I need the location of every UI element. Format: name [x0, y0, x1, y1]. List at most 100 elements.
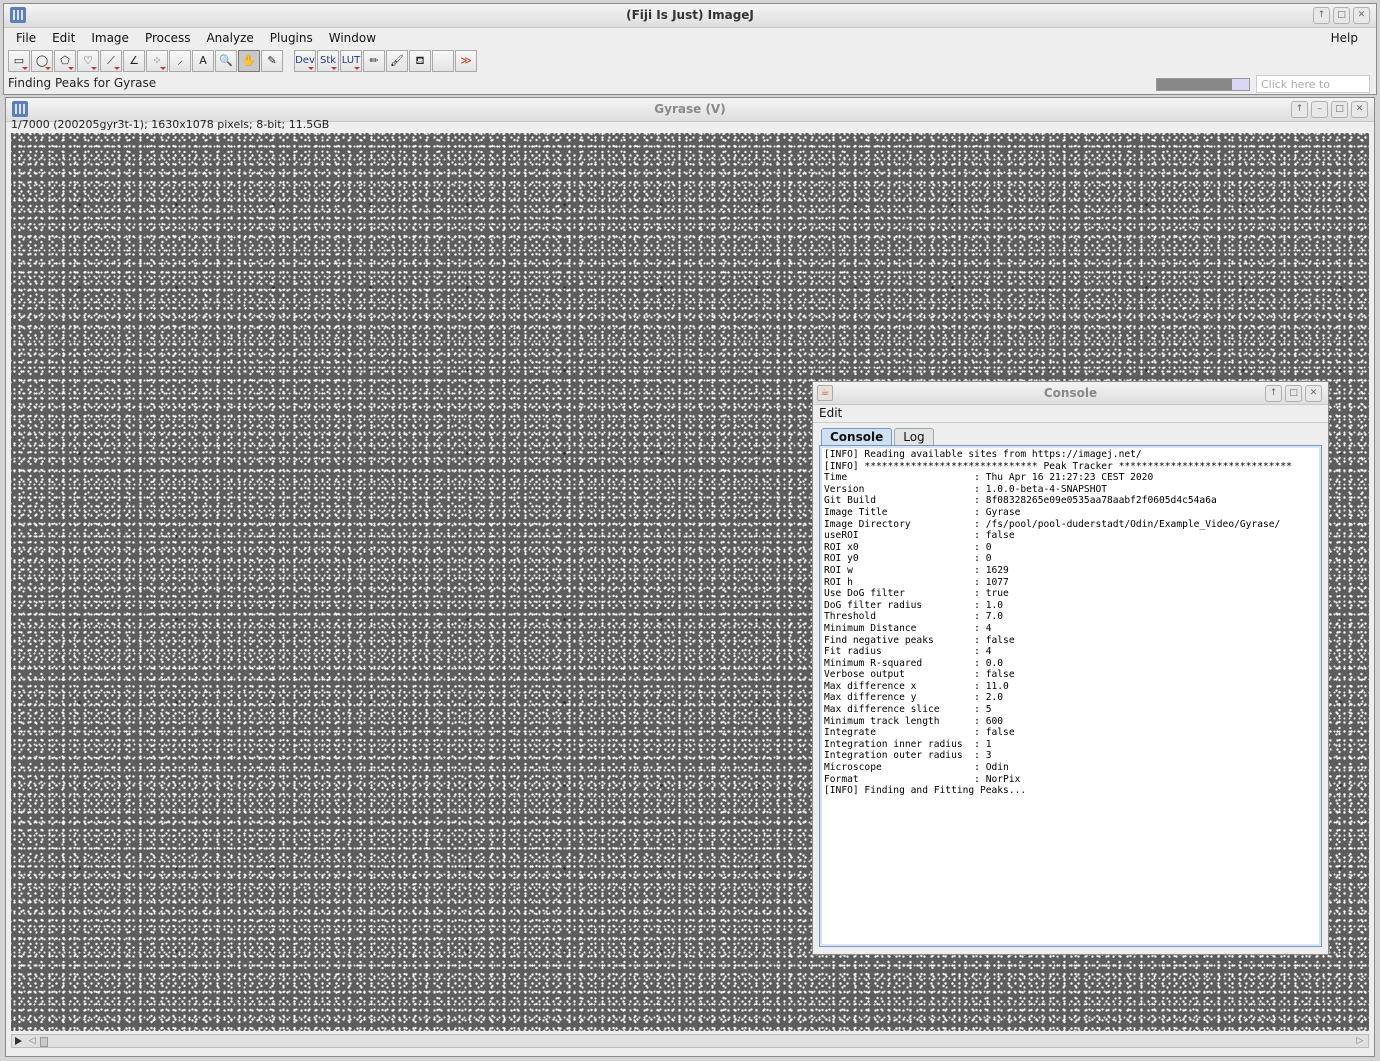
log-line: Max difference slice : 5 [824, 704, 992, 716]
dropdown-indicator-icon [160, 67, 166, 70]
empty-tool-slot[interactable] [432, 50, 454, 72]
dropdown-indicator-icon [91, 67, 97, 70]
log-line: Version : 1.0.0-beta-4-SNAPSHOT [824, 483, 1108, 495]
log-line: Minimum Distance : 4 [824, 622, 992, 634]
log-line: Minimum track length : 600 [824, 715, 1004, 727]
menu-help[interactable]: Help [1323, 31, 1366, 45]
console-menu-divider [813, 422, 1328, 423]
log-line: Verbose output : false [824, 669, 1015, 681]
dropdown-indicator-icon [22, 67, 28, 70]
fiji-main-window: (Fiji Is Just) ImageJ ↑ □ ✕ File Edit Im… [3, 3, 1377, 109]
menu-file[interactable]: File [8, 31, 44, 45]
menu-analyze[interactable]: Analyze [198, 31, 261, 45]
slider-right-arrow-icon[interactable]: ▷ [1354, 1036, 1366, 1046]
main-menubar: File Edit Image Process Analyze Plugins … [4, 28, 1376, 48]
log-line: [INFO] Finding and Fitting Peaks... [824, 785, 1027, 797]
freehand-tool-icon[interactable]: ♡ [77, 50, 99, 72]
log-line: Threshold : 7.0 [824, 611, 1004, 623]
console-window: ☕ Console ↑ □ ✕ Edit Console Log [INFO] … [812, 381, 1329, 955]
dropdown-indicator-icon [114, 67, 120, 70]
console-output[interactable]: [INFO] Reading available sites from http… [819, 445, 1322, 947]
menu-window[interactable]: Window [321, 31, 384, 45]
image-info: 1/7000 (200205gyr3t-1); 1630x1078 pixels… [11, 118, 330, 131]
polygon-tool-icon[interactable]: ⬠ [54, 50, 76, 72]
dropdown-indicator-icon [308, 67, 314, 70]
log-line: Microscope : Odin [824, 762, 1009, 774]
log-line: Git Build : 8f08328265e09e0535aa78aabf2f… [824, 495, 1217, 507]
restore-icon[interactable]: ↑ [1265, 385, 1282, 402]
log-line: ROI y0 : 0 [824, 553, 992, 565]
maximize-icon[interactable]: □ [1331, 101, 1348, 118]
hand-tool-icon[interactable]: ✋ [238, 50, 260, 72]
line-tool-icon[interactable]: ⟋ [100, 50, 122, 72]
log-line: Use DoG filter : true [824, 588, 1009, 600]
console-titlebar[interactable]: ☕ Console ↑ □ ✕ [813, 382, 1328, 405]
maximize-icon[interactable]: □ [1333, 7, 1350, 24]
log-line: Fit radius : 4 [824, 646, 992, 658]
wand-tool-icon[interactable]: ⸝ [169, 50, 191, 72]
text-tool-icon[interactable]: A [192, 50, 214, 72]
search-input[interactable]: Click here to search [1256, 75, 1370, 109]
main-titlebar[interactable]: (Fiji Is Just) ImageJ ↑ □ ✕ [4, 4, 1376, 28]
minimize-icon[interactable]: – [1311, 101, 1328, 118]
stack-slider[interactable]: ◁ ▷ [11, 1034, 1369, 1048]
log-line: [INFO] Reading available sites from http… [824, 449, 1142, 460]
console-tabs: Console Log [821, 428, 936, 445]
slider-thumb[interactable] [40, 1037, 48, 1047]
log-line: Image Title : Gyrase [824, 506, 1021, 518]
log-line: Integration inner radius : 1 [824, 738, 992, 750]
image-window-title: Gyrase (V) [654, 102, 726, 116]
dropdown-indicator-icon [354, 67, 360, 70]
log-line: Integration outer radius : 3 [824, 750, 992, 762]
log-line: Minimum R-squared : 0.0 [824, 657, 1004, 669]
console-menu-edit[interactable]: Edit [819, 406, 842, 420]
angle-tool-icon[interactable]: ∠ [123, 50, 145, 72]
rectangle-tool-icon[interactable]: ▭ [8, 50, 30, 72]
tab-log[interactable]: Log [894, 428, 934, 445]
lut-tool-icon[interactable]: LUT [340, 50, 362, 72]
stk-tool-icon[interactable]: Stk [317, 50, 339, 72]
close-icon[interactable]: ✕ [1353, 7, 1370, 24]
play-icon[interactable] [15, 1037, 22, 1045]
oval-tool-icon[interactable]: ◯ [31, 50, 53, 72]
menu-image[interactable]: Image [83, 31, 137, 45]
dropdown-indicator-icon [45, 67, 51, 70]
slider-left-arrow-icon[interactable]: ◁ [26, 1036, 38, 1046]
restore-icon[interactable]: ↑ [1291, 101, 1308, 118]
log-line: Image Directory : /fs/pool/pool-dudersta… [824, 518, 1281, 530]
log-line: ROI x0 : 0 [824, 541, 992, 553]
brush-tool-icon[interactable]: 🖌 [386, 50, 408, 72]
menu-process[interactable]: Process [137, 31, 199, 45]
pencil-tool-icon[interactable]: ✏ [363, 50, 385, 72]
tab-console[interactable]: Console [821, 428, 893, 445]
flood-fill-tool-icon[interactable]: ⛾ [409, 50, 431, 72]
log-line: Time : Thu Apr 16 21:27:23 CEST 2020 [824, 472, 1154, 484]
log-line: [INFO] ****************************** Pe… [824, 460, 1292, 472]
log-line: useROI : false [824, 530, 1015, 542]
log-line: Max difference y : 2.0 [824, 692, 1004, 704]
magnifier-tool-icon[interactable]: 🔍 [215, 50, 237, 72]
log-line: Format : NorPix [824, 773, 1021, 785]
status-text: Finding Peaks for Gyrase [8, 76, 157, 90]
maximize-icon[interactable]: □ [1285, 385, 1302, 402]
multipoint-tool-icon[interactable]: ⁘ [146, 50, 168, 72]
log-line: ROI w : 1629 [824, 564, 1009, 576]
main-window-title: (Fiji Is Just) ImageJ [626, 8, 754, 22]
close-icon[interactable]: ✕ [1351, 101, 1368, 118]
log-line: Find negative peaks : false [824, 634, 1015, 646]
progress-bar [1156, 78, 1250, 91]
more-tools-icon[interactable]: ≫ [455, 50, 477, 72]
menu-plugins[interactable]: Plugins [262, 31, 321, 45]
log-line: DoG filter radius : 1.0 [824, 599, 1004, 611]
log-line: Max difference x : 11.0 [824, 680, 1009, 692]
progress-fill [1157, 79, 1233, 90]
dev-tool-icon[interactable]: Dev [294, 50, 316, 72]
restore-icon[interactable]: ↑ [1313, 7, 1330, 24]
tool-bar: ▭ ◯ ⬠ ♡ ⟋ ∠ ⁘ ⸝ A 🔍 ✋ ✎ Dev Stk LUT ✏ 🖌 ⛾ ≫ [8, 50, 478, 74]
log-line: Integrate : false [824, 727, 1015, 739]
menu-edit[interactable]: Edit [44, 31, 83, 45]
close-icon[interactable]: ✕ [1305, 385, 1322, 402]
color-picker-tool-icon[interactable]: ✎ [261, 50, 283, 72]
dropdown-indicator-icon [68, 67, 74, 70]
log-line: ROI h : 1077 [824, 576, 1009, 588]
